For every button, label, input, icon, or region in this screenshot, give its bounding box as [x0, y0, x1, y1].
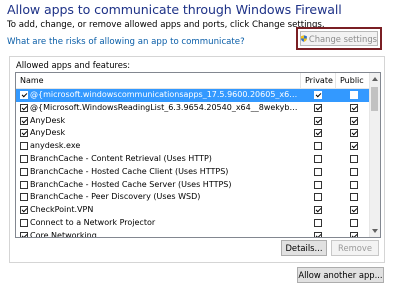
list-item[interactable]: @{Microsoft.WindowsReadingList_6.3.9654.… [16, 102, 370, 115]
private-checkbox[interactable] [314, 218, 322, 227]
list-header: Name Private Public [16, 73, 370, 89]
list-item[interactable]: AnyDesk [16, 127, 370, 140]
scroll-up-arrow-icon[interactable] [372, 77, 378, 81]
enabled-checkbox[interactable] [20, 154, 28, 163]
list-item[interactable]: BranchCache - Hosted Cache Server (Uses … [16, 179, 370, 192]
details-button[interactable]: Details... [281, 240, 327, 256]
app-name: @{Microsoft.WindowsReadingList_6.3.9654.… [30, 102, 300, 112]
list-item[interactable]: CheckPoint.VPN [16, 204, 370, 217]
app-name: AnyDesk [30, 128, 66, 138]
app-name: anydesk.exe [30, 141, 81, 151]
list-item[interactable]: @{microsoft.windowscommunicationsapps_17… [16, 89, 370, 102]
list-item[interactable]: BranchCache - Peer Discovery (Uses WSD) [16, 191, 370, 204]
private-checkbox[interactable] [314, 129, 322, 138]
list-item[interactable]: BranchCache - Content Retrieval (Uses HT… [16, 153, 370, 166]
column-header-public[interactable]: Public [340, 76, 364, 85]
column-divider [335, 73, 336, 88]
allowed-apps-label: Allowed apps and features: [16, 60, 131, 70]
app-name: Core Networking [30, 230, 97, 238]
vertical-scrollbar[interactable] [369, 73, 380, 237]
uac-shield-icon [301, 35, 307, 42]
list-item[interactable]: Core Networking [16, 230, 370, 238]
private-checkbox[interactable] [314, 154, 322, 163]
public-checkbox[interactable] [350, 91, 358, 99]
enabled-checkbox[interactable] [20, 167, 28, 176]
private-checkbox[interactable] [314, 91, 322, 99]
private-checkbox[interactable] [314, 103, 322, 112]
private-checkbox[interactable] [314, 180, 322, 189]
public-checkbox[interactable] [350, 154, 358, 163]
list-rows: @{microsoft.windowscommunicationsapps_17… [16, 89, 370, 238]
list-item[interactable]: BranchCache - Hosted Cache Client (Uses … [16, 166, 370, 179]
enabled-checkbox[interactable] [20, 103, 28, 112]
private-checkbox[interactable] [314, 142, 322, 151]
private-checkbox[interactable] [314, 231, 322, 237]
change-settings-label: Change settings [308, 33, 377, 44]
list-item[interactable]: AnyDesk [16, 115, 370, 128]
scroll-thumb[interactable] [371, 87, 378, 111]
enabled-checkbox[interactable] [20, 206, 28, 215]
enabled-checkbox[interactable] [20, 116, 28, 125]
public-checkbox[interactable] [350, 180, 358, 189]
public-checkbox[interactable] [350, 206, 358, 215]
enabled-checkbox[interactable] [20, 180, 28, 189]
allow-another-app-button[interactable]: Allow another app... [297, 267, 384, 283]
change-settings-button[interactable]: Change settings [300, 31, 378, 46]
app-name: BranchCache - Peer Discovery (Uses WSD) [30, 192, 201, 202]
public-checkbox[interactable] [350, 167, 358, 176]
enabled-checkbox[interactable] [20, 231, 28, 237]
risks-link[interactable]: What are the risks of allowing an app to… [7, 37, 245, 47]
public-checkbox[interactable] [350, 142, 358, 151]
private-checkbox[interactable] [314, 206, 322, 215]
column-header-private[interactable]: Private [305, 76, 333, 85]
app-name: Connect to a Network Projector [30, 217, 156, 227]
public-checkbox[interactable] [350, 193, 358, 202]
allowed-apps-list[interactable]: Name Private Public @{microsoft.windowsc… [15, 72, 381, 238]
public-checkbox[interactable] [350, 129, 358, 138]
enabled-checkbox[interactable] [20, 142, 28, 151]
app-name: @{microsoft.windowscommunicationsapps_17… [30, 90, 300, 99]
scroll-down-arrow-icon[interactable] [372, 229, 378, 233]
page-subtitle: To add, change, or remove allowed apps a… [7, 20, 325, 30]
app-name: AnyDesk [30, 115, 66, 125]
list-item[interactable]: anydesk.exe [16, 140, 370, 153]
private-checkbox[interactable] [314, 167, 322, 176]
app-name: BranchCache - Hosted Cache Server (Uses … [30, 179, 232, 189]
remove-button[interactable]: Remove [331, 240, 379, 256]
app-name: BranchCache - Content Retrieval (Uses HT… [30, 153, 212, 163]
private-checkbox[interactable] [314, 193, 322, 202]
enabled-checkbox[interactable] [20, 129, 28, 138]
app-name: BranchCache - Hosted Cache Client (Uses … [30, 166, 229, 176]
enabled-checkbox[interactable] [20, 218, 28, 227]
public-checkbox[interactable] [350, 231, 358, 237]
app-name: CheckPoint.VPN [30, 205, 94, 215]
column-divider [300, 73, 301, 88]
enabled-checkbox[interactable] [20, 193, 28, 202]
column-header-name[interactable]: Name [20, 76, 44, 85]
enabled-checkbox[interactable] [20, 91, 28, 99]
public-checkbox[interactable] [350, 218, 358, 227]
private-checkbox[interactable] [314, 116, 322, 125]
public-checkbox[interactable] [350, 116, 358, 125]
page-title: Allow apps to communicate through Window… [7, 2, 342, 17]
list-item[interactable]: Connect to a Network Projector [16, 217, 370, 230]
public-checkbox[interactable] [350, 103, 358, 112]
